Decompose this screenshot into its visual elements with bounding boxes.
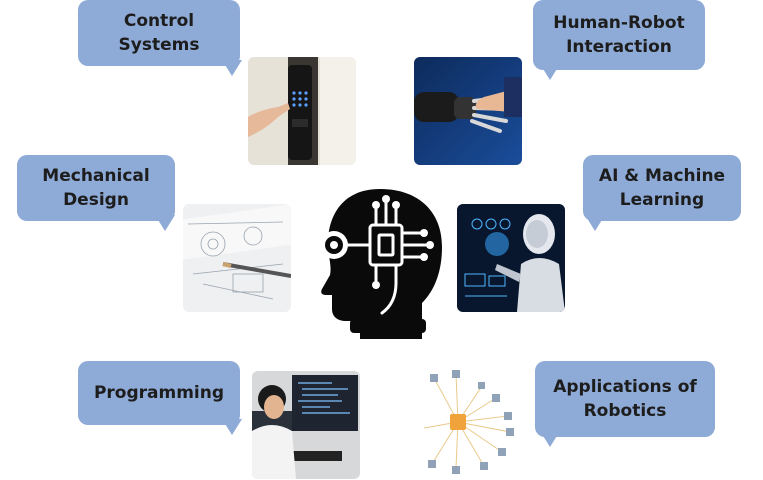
topic-label-ai-machine-learning: AI & Machine Learning [598, 166, 726, 210]
bubble-tail [540, 431, 560, 447]
bubble-control-systems: Control Systems [78, 0, 240, 66]
bubble-tail [585, 215, 605, 231]
blueprint-image [183, 204, 291, 312]
ai-robot-image [457, 204, 565, 312]
bubble-tail [155, 215, 175, 231]
topic-label-programming: Programming [93, 383, 225, 403]
bubble-programming: Programming [78, 361, 240, 425]
bubble-mechanical-design: Mechanical Design [17, 155, 175, 221]
robot-network-image [414, 368, 522, 476]
bubble-tail [222, 60, 242, 76]
door-keypad-image [248, 57, 356, 165]
bubble-ai-machine-learning: AI & Machine Learning [583, 155, 741, 221]
topic-label-human-robot-interaction: Human-Robot Interaction [553, 13, 685, 57]
bubble-tail [540, 64, 560, 80]
robot-head-chip-icon [320, 189, 442, 339]
bubble-tail [222, 419, 242, 435]
topic-label-control-systems: Control Systems [118, 11, 200, 55]
bubble-applications-of-robotics: Applications of Robotics [535, 361, 715, 437]
topic-label-mechanical-design: Mechanical Design [42, 166, 150, 210]
programmer-image [252, 371, 360, 479]
robot-handshake-image [414, 57, 522, 165]
topic-label-applications-of-robotics: Applications of Robotics [553, 377, 697, 421]
bubble-human-robot-interaction: Human-Robot Interaction [533, 0, 705, 70]
